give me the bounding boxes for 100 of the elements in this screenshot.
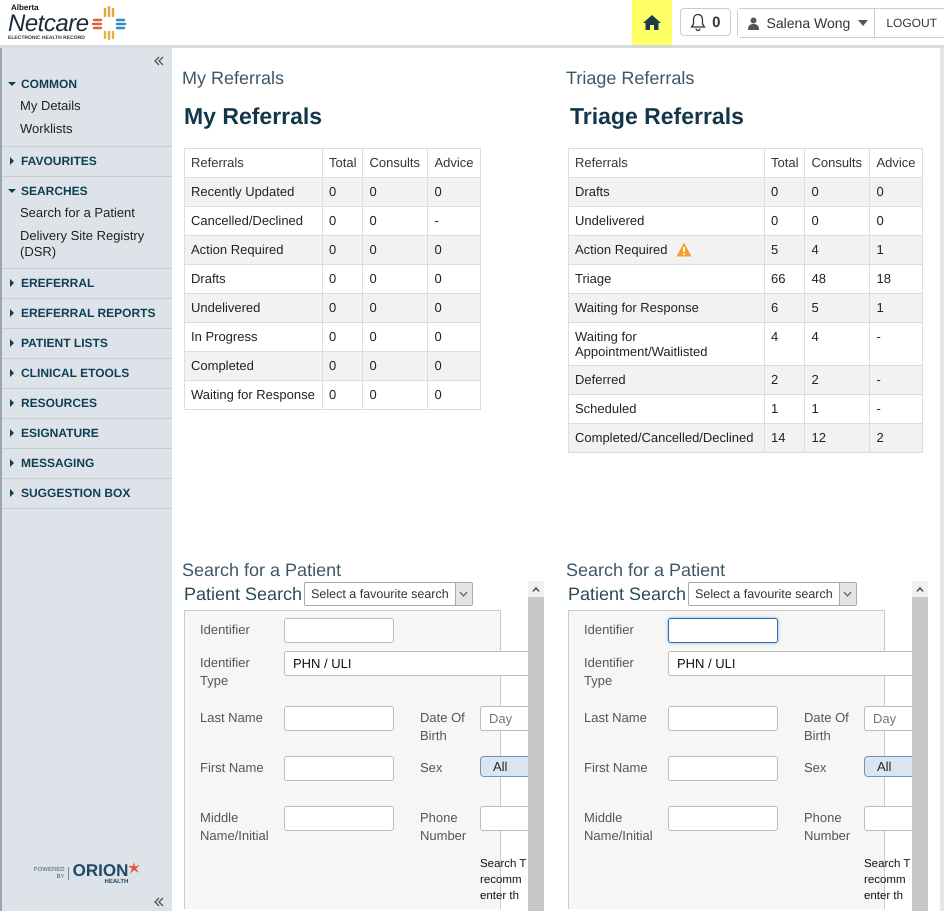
sidebar-section-header[interactable]: SUGGESTION BOX [2, 479, 172, 504]
table-cell: 0 [362, 380, 428, 410]
table-cell: 6 [764, 294, 805, 322]
field-label: First Name [200, 759, 265, 777]
day-field[interactable]: Day [480, 706, 528, 731]
table-cell: Action Required [184, 236, 322, 264]
table-cell: 0 [362, 294, 428, 322]
first-name-field[interactable] [284, 756, 394, 781]
phone-field[interactable] [864, 806, 912, 831]
table-cell: 0 [362, 178, 428, 206]
favourite-search-dropdown[interactable]: Select a favourite search [688, 582, 857, 606]
caret-icon [8, 459, 16, 468]
first-name-field[interactable] [668, 756, 778, 781]
sidebar-section-header[interactable]: SEARCHES [2, 176, 172, 202]
table-cell: 0 [870, 178, 922, 206]
home-button[interactable] [632, 0, 672, 45]
sidebar-item[interactable]: Delivery Site Registry (DSR) [2, 224, 172, 264]
favourite-search-dropdown[interactable]: Select a favourite search [304, 582, 473, 606]
bell-icon [690, 13, 706, 31]
sidebar-section-header[interactable]: EREFERRAL [2, 269, 172, 294]
table-cell: Drafts [568, 178, 764, 206]
section-title: My Referrals [182, 68, 286, 89]
table-cell: 0 [804, 178, 870, 206]
table-cell: 0 [362, 236, 428, 264]
identifier-field[interactable] [284, 618, 394, 643]
table-cell: 0 [428, 178, 480, 206]
section-title: Triage Referrals [566, 68, 696, 89]
user-menu-button[interactable]: Salena Wong [738, 9, 876, 37]
table-cell: Undelivered [184, 294, 322, 322]
table-cell: 1 [870, 236, 922, 264]
scrollbar[interactable] [528, 581, 544, 911]
middle-name-field[interactable] [668, 806, 778, 831]
identifier-field[interactable] [668, 618, 778, 643]
logo-region-text: Alberta [10, 4, 40, 12]
sidebar-section-header[interactable]: ESIGNATURE [2, 419, 172, 444]
section-heading: My Referrals [184, 103, 324, 130]
table-cell: 0 [362, 352, 428, 380]
sidebar-section-header[interactable]: MESSAGING [2, 449, 172, 474]
sidebar-section-header[interactable]: PATIENT LISTS [2, 329, 172, 354]
caret-icon [8, 156, 16, 164]
sidebar-section-header[interactable]: EREFERRAL REPORTS [2, 299, 172, 324]
caret-icon [858, 20, 868, 26]
field-label: Last Name [584, 709, 648, 727]
day-field[interactable]: Day [864, 706, 912, 731]
table-cell: 1 [870, 294, 922, 322]
table-cell: 4 [804, 236, 870, 264]
table-cell: 14 [764, 424, 805, 452]
section-title: Search for a Patient [566, 560, 726, 581]
field-label: Sex [420, 759, 444, 777]
table-cell: Deferred [568, 366, 764, 394]
table-cell: 5 [764, 236, 805, 264]
table-cell: Completed [184, 352, 322, 380]
sidebar-section-header[interactable]: RESOURCES [2, 389, 172, 414]
sidebar-section-header[interactable]: CLINICAL ETOOLS [2, 359, 172, 384]
field-label: Identifier [584, 621, 635, 639]
field-label: Phone Number [420, 809, 468, 845]
section-title: Search for a Patient [182, 560, 342, 581]
last-name-field[interactable] [668, 706, 778, 731]
table-cell: 5 [804, 294, 870, 322]
last-name-field[interactable] [284, 706, 394, 731]
field-label: Middle Name/Initial [200, 809, 270, 845]
table-cell: 2 [804, 366, 870, 394]
field-label: Date Of Birth [804, 709, 850, 745]
logo-name-text: Netcare [8, 12, 89, 36]
sidebar-section-header[interactable]: COMMON [2, 70, 172, 95]
table-cell: 0 [322, 294, 363, 322]
field-label: Phone Number [804, 809, 852, 845]
sex-option-button[interactable]: All [864, 756, 912, 777]
sidebar-section-header[interactable]: FAVOURITES [2, 146, 172, 172]
middle-name-field[interactable] [284, 806, 394, 831]
chevron-up-icon [916, 586, 924, 592]
table-cell: - [870, 366, 922, 394]
identifier-type-field[interactable]: PHN / ULI [668, 651, 912, 676]
search-tips-text: Search T recomm enter th [480, 857, 526, 904]
caret-icon [8, 369, 16, 378]
table-cell: 0 [322, 380, 363, 410]
table-cell: Completed/Cancelled/Declined [568, 424, 764, 452]
sidebar-item[interactable]: My Details [2, 95, 172, 118]
scrollbar[interactable] [912, 581, 928, 911]
table-cell: 0 [322, 236, 363, 264]
identifier-type-field[interactable]: PHN / ULI [284, 651, 528, 676]
sex-option-button[interactable]: All [480, 756, 528, 777]
phone-field[interactable] [480, 806, 528, 831]
section-heading: Triage Referrals [570, 103, 745, 130]
field-label: Identifier Type [200, 654, 251, 690]
brand-name-text: ORION [72, 862, 128, 879]
collapse-icon[interactable] [154, 56, 164, 66]
star-icon [128, 862, 140, 874]
column-header: Referrals [184, 148, 322, 178]
field-label: Identifier [200, 621, 251, 639]
panel-title: Patient Search [184, 584, 302, 604]
sidebar-item[interactable]: Search for a Patient [2, 202, 172, 225]
collapse-icon[interactable] [154, 897, 164, 907]
sidebar-item[interactable]: Worklists [2, 118, 172, 142]
field-label: First Name [584, 759, 649, 777]
table-cell: 0 [428, 294, 480, 322]
notifications-button[interactable]: 0 [680, 8, 731, 36]
table-cell: 0 [428, 380, 480, 410]
table-cell: Action Required [568, 236, 764, 264]
table-cell: Waiting for Response [184, 380, 322, 410]
